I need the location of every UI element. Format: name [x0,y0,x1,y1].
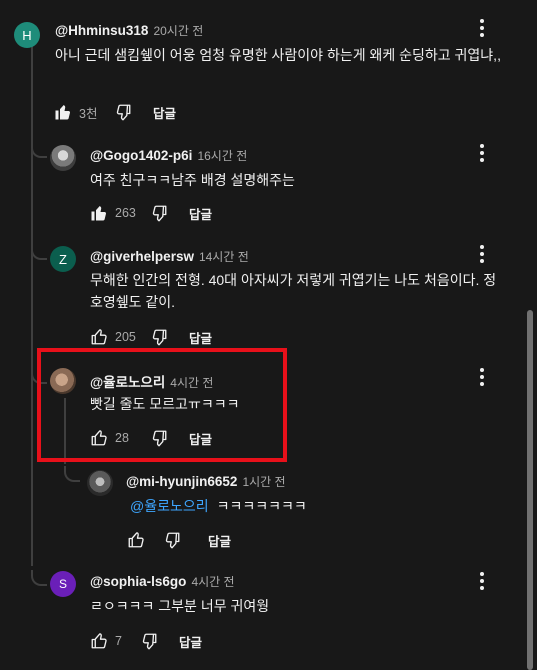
like-count: 7 [115,634,122,648]
comment-text: ㄹㅇㅋㅋㅋ 그부분 너무 귀여웡 [90,598,270,614]
more-actions-button[interactable] [472,367,492,387]
more-actions-button[interactable] [472,143,492,163]
comment-time[interactable]: 16시간 전 [197,147,247,164]
like-count: 3천 [79,106,98,121]
comment-actions: 7 답글 [89,629,202,653]
scrollbar-thumb[interactable] [527,310,533,670]
comment-text: 여주 친구ㅋㅋ남주 배경 설명해주는 [90,172,295,188]
comment-author[interactable]: @sophia-ls6go [90,574,186,589]
avatar[interactable]: S [50,571,76,597]
kebab-menu-icon [480,245,484,263]
comment-time[interactable]: 1시간 전 [242,473,285,490]
avatar[interactable]: H [14,22,40,48]
kebab-menu-icon [480,19,484,37]
avatar-letter: H [22,27,32,43]
comment-header: @giverhelpersw 14시간 전 [90,248,249,265]
reply-button[interactable]: 답글 [208,531,231,550]
thumbs-down-icon [116,104,131,121]
thumbs-up-icon [128,532,144,548]
comment-text-body: ㅋㅋㅋㅋㅋㅋㅋ [216,498,307,514]
comment-author[interactable]: @Hhminsu318 [55,23,148,38]
comment-actions: 3천 답글 [53,100,176,124]
thumbs-down-icon [152,329,167,346]
comment-header: @mi-hyunjin6652 1시간 전 [126,473,286,490]
thread-line [31,46,33,566]
like-button[interactable] [126,530,146,550]
mention-link[interactable]: @율로노으리 [130,498,209,514]
thread-elbow [31,142,47,158]
avatar[interactable] [50,145,76,171]
comment-time[interactable]: 4시간 전 [191,573,234,590]
thread-elbow [31,570,47,586]
dislike-button[interactable] [162,530,182,550]
avatar-letter: Z [59,251,67,267]
avatar-letter: S [58,577,67,591]
highlight-box [37,348,287,462]
comment-text: 무해한 인간의 전형. 40대 아자씨가 저렇게 귀엽기는 나도 처음이다. 정… [90,272,497,310]
reply-button[interactable]: 답글 [153,103,176,122]
dislike-button[interactable] [139,631,159,651]
avatar[interactable] [87,470,113,496]
like-button[interactable] [89,203,109,223]
more-actions-button[interactable] [472,18,492,38]
comment-text: 아니 근데 샘킴쉪이 어웅 엄청 유명한 사람이야 하는게 왜케 순딩하고 귀엽… [55,47,501,63]
thumbs-up-icon [91,329,107,345]
like-button[interactable] [89,327,109,347]
thumbs-down-icon [165,532,180,549]
thumbs-up-icon [91,205,107,221]
dislike-button[interactable] [149,203,169,223]
comment-author[interactable]: @mi-hyunjin6652 [126,474,237,489]
like-button[interactable] [53,102,73,122]
more-actions-button[interactable] [472,571,492,591]
thumbs-down-icon [152,205,167,222]
like-button[interactable] [89,631,109,651]
like-count: 263 [115,206,136,220]
comment-time[interactable]: 14시간 전 [199,248,249,265]
comment-header: @Gogo1402-p6i 16시간 전 [90,147,247,164]
reply-button[interactable]: 답글 [189,204,212,223]
reply-button[interactable]: 답글 [179,632,202,651]
kebab-menu-icon [480,368,484,386]
thumbs-up-icon [91,633,107,649]
more-actions-button[interactable] [472,244,492,264]
comment-text: @율로노으리 ㅋㅋㅋㅋㅋㅋㅋ [130,495,480,517]
reply-button[interactable]: 답글 [189,328,212,347]
dislike-button[interactable] [113,102,133,122]
thread-elbow [31,244,47,260]
thumbs-up-icon [55,104,71,120]
comment-author[interactable]: @giverhelpersw [90,249,194,264]
avatar[interactable]: Z [50,246,76,272]
comment-actions: 205 답글 [89,325,212,349]
like-count: 205 [115,330,136,344]
comment-time[interactable]: 20시간 전 [153,22,203,39]
comment-header: @Hhminsu318 20시간 전 [55,22,203,39]
dislike-button[interactable] [149,327,169,347]
kebab-menu-icon [480,144,484,162]
thread-elbow [64,466,80,482]
comment-actions: 답글 [126,528,231,552]
comment-header: @sophia-ls6go 4시간 전 [90,573,235,590]
kebab-menu-icon [480,572,484,590]
thumbs-down-icon [142,633,157,650]
comment-actions: 263 답글 [89,201,212,225]
comment-author[interactable]: @Gogo1402-p6i [90,148,192,163]
